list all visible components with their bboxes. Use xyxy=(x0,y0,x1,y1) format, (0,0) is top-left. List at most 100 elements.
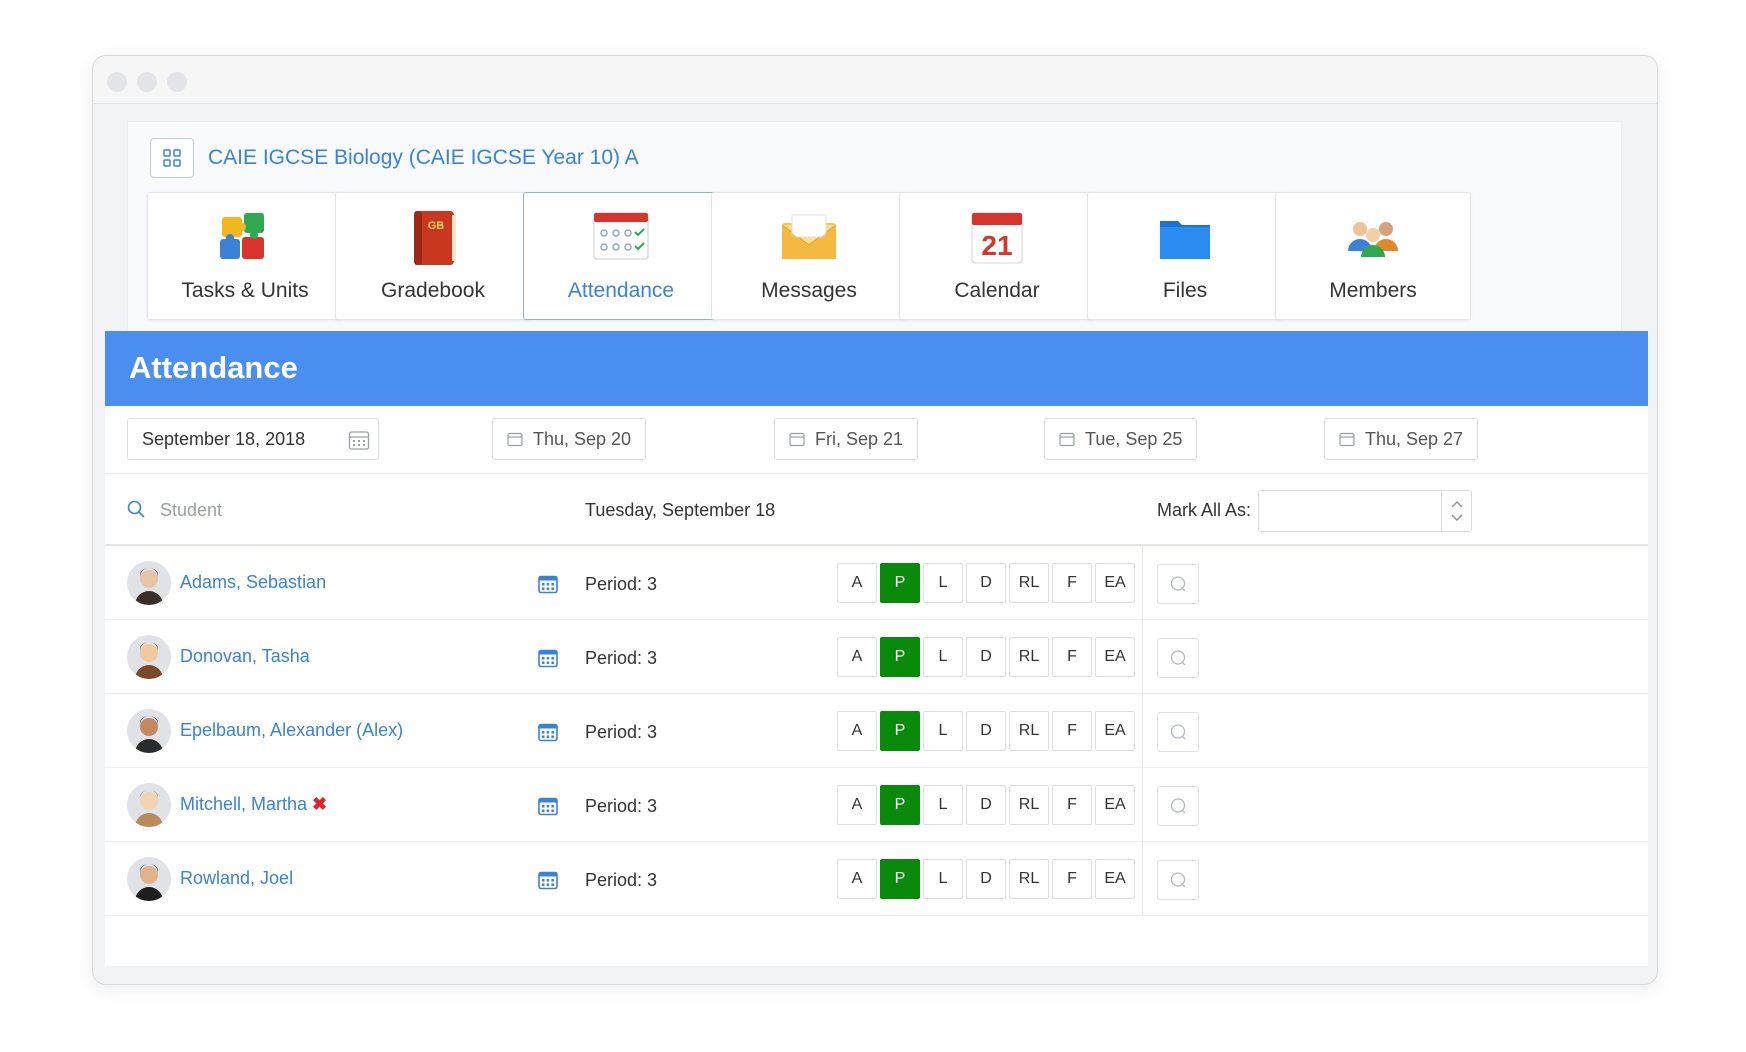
attendance-code-ea[interactable]: EA xyxy=(1095,563,1135,603)
attendance-code-ea[interactable]: EA xyxy=(1095,859,1135,899)
date-chip-sep-20[interactable]: Thu, Sep 20 xyxy=(492,418,647,460)
nav-tile-files[interactable]: Files xyxy=(1087,192,1283,320)
calendar-icon[interactable] xyxy=(538,722,558,742)
attendance-code-ea[interactable]: EA xyxy=(1095,785,1135,825)
calendar-icon xyxy=(789,432,805,447)
attendance-code-p[interactable]: P xyxy=(880,785,920,825)
nav-tile-members[interactable]: Members xyxy=(1275,192,1471,320)
envelope-icon xyxy=(781,214,837,259)
attendance-code-rl[interactable]: RL xyxy=(1009,785,1049,825)
date-chip-sep-25[interactable]: Tue, Sep 25 xyxy=(1044,418,1198,460)
attendance-code-l[interactable]: L xyxy=(923,563,963,603)
comment-button[interactable] xyxy=(1157,786,1199,826)
calendar-picker-icon[interactable] xyxy=(348,429,370,451)
calendar-day-number: 21 xyxy=(981,230,1012,261)
nav-tile-tasks-units[interactable]: Tasks & Units xyxy=(147,192,343,320)
period-label: Period: 3 xyxy=(585,574,658,594)
attendance-code-f[interactable]: F xyxy=(1052,785,1092,825)
student-name: Epelbaum, Alexander (Alex) xyxy=(180,720,404,740)
attendance-code-a[interactable]: A xyxy=(837,711,877,751)
student-search-input[interactable]: Student xyxy=(160,500,222,521)
attendance-code-rl[interactable]: RL xyxy=(1009,859,1049,899)
calendar-icon[interactable] xyxy=(538,648,558,668)
attendance-code-p[interactable]: P xyxy=(880,859,920,899)
comment-button[interactable] xyxy=(1157,564,1199,604)
window-close-dot[interactable] xyxy=(107,72,127,92)
attendance-code-d[interactable]: D xyxy=(966,711,1006,751)
avatar-photo xyxy=(127,561,171,605)
date-chip-sep-27[interactable]: Thu, Sep 27 xyxy=(1324,418,1479,460)
date-picker-input[interactable]: September 18, 2018 xyxy=(127,418,379,460)
student-name-link[interactable]: Mitchell, Martha ✖ xyxy=(180,794,327,815)
comment-button[interactable] xyxy=(1157,638,1199,678)
attendance-code-group: A P L D RL F EA xyxy=(837,637,1138,677)
attendance-code-d[interactable]: D xyxy=(966,563,1006,603)
student-avatar[interactable] xyxy=(127,561,171,605)
student-row: Rowland, Joel Period: 3 A P L D RL F EA xyxy=(105,842,1648,916)
comment-icon xyxy=(1170,576,1186,592)
calendar-icon xyxy=(1339,432,1355,447)
comment-button[interactable] xyxy=(1157,712,1199,752)
attendance-code-l[interactable]: L xyxy=(923,711,963,751)
student-name-link[interactable]: Rowland, Joel xyxy=(180,868,293,889)
nav-tile-label: Gradebook xyxy=(381,279,485,302)
date-chip-sep-21[interactable]: Fri, Sep 21 xyxy=(774,418,919,460)
window-zoom-dot[interactable] xyxy=(167,72,187,92)
student-avatar[interactable] xyxy=(127,709,171,753)
attendance-code-d[interactable]: D xyxy=(966,785,1006,825)
nav-tile-label: Calendar xyxy=(954,279,1040,302)
attendance-code-a[interactable]: A xyxy=(837,637,877,677)
course-header: CAIE IGCSE Biology (CAIE IGCSE Year 10) … xyxy=(150,138,639,178)
attendance-code-l[interactable]: L xyxy=(923,859,963,899)
student-name-link[interactable]: Donovan, Tasha xyxy=(180,646,310,667)
attendance-code-p[interactable]: P xyxy=(880,637,920,677)
date-selector-row: September 18, 2018 Thu, Sep 20 Fri, Sep … xyxy=(105,406,1648,474)
attendance-code-rl[interactable]: RL xyxy=(1009,637,1049,677)
attendance-code-d[interactable]: D xyxy=(966,859,1006,899)
calendar-icon[interactable] xyxy=(538,574,558,594)
column-divider xyxy=(1142,768,1143,842)
mark-all-select[interactable] xyxy=(1258,490,1472,532)
people-icon xyxy=(1348,222,1398,257)
avatar-photo xyxy=(127,709,171,753)
attendance-table-header: Student Tuesday, September 18 Mark All A… xyxy=(105,474,1648,546)
attendance-code-group: A P L D RL F EA xyxy=(837,859,1138,899)
comment-button[interactable] xyxy=(1157,860,1199,900)
attendance-code-rl[interactable]: RL xyxy=(1009,711,1049,751)
attendance-code-l[interactable]: L xyxy=(923,637,963,677)
student-row: Epelbaum, Alexander (Alex) Period: 3 APLDR… xyxy=(105,694,1648,768)
student-avatar[interactable] xyxy=(127,783,171,827)
attendance-code-f[interactable]: F xyxy=(1052,637,1092,677)
nav-tile-messages[interactable]: Messages xyxy=(711,192,907,320)
course-title[interactable]: CAIE IGCSE Biology (CAIE IGCSE Year 10) … xyxy=(208,146,639,170)
attendance-code-f[interactable]: F xyxy=(1052,711,1092,751)
column-divider xyxy=(1142,842,1143,916)
attendance-code-a[interactable]: A xyxy=(837,563,877,603)
nav-tile-gradebook[interactable]: GB Gradebook xyxy=(335,192,531,320)
attendance-code-rl[interactable]: RL xyxy=(1009,563,1049,603)
attendance-code-p[interactable]: P xyxy=(880,563,920,603)
attendance-code-a[interactable]: A xyxy=(837,859,877,899)
student-avatar[interactable] xyxy=(127,857,171,901)
calendar-icon[interactable] xyxy=(538,870,558,890)
attendance-code-f[interactable]: F xyxy=(1052,859,1092,899)
attendance-code-a[interactable]: A xyxy=(837,785,877,825)
student-avatar[interactable] xyxy=(127,635,171,679)
select-stepper[interactable] xyxy=(1441,491,1471,531)
search-icon xyxy=(127,500,145,518)
student-name-link[interactable]: Adams, Sebastian xyxy=(180,572,326,593)
attendance-code-ea[interactable]: EA xyxy=(1095,637,1135,677)
attendance-code-ea[interactable]: EA xyxy=(1095,711,1135,751)
avatar-photo xyxy=(127,857,171,901)
student-name-link[interactable]: Epelbaum, Alexander (Alex) xyxy=(180,720,403,741)
attendance-code-p[interactable]: P xyxy=(880,711,920,751)
attendance-code-l[interactable]: L xyxy=(923,785,963,825)
student-row: Mitchell, Martha ✖ Period: 3 A P L D RL F EA xyxy=(105,768,1648,842)
window-minimize-dot[interactable] xyxy=(137,72,157,92)
nav-tile-calendar[interactable]: 21 Calendar xyxy=(899,192,1095,320)
calendar-icon[interactable] xyxy=(538,796,558,816)
nav-tile-attendance[interactable]: Attendance xyxy=(523,192,719,320)
apps-grid-button[interactable] xyxy=(150,138,194,178)
attendance-code-f[interactable]: F xyxy=(1052,563,1092,603)
attendance-code-d[interactable]: D xyxy=(966,637,1006,677)
